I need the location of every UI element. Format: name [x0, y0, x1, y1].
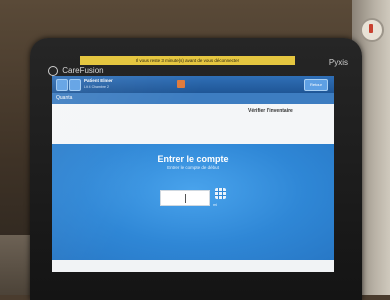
check-icon[interactable] — [56, 79, 68, 91]
user-name: Patient Elmer — [84, 78, 113, 83]
prompt-title: Entrer le compte — [157, 154, 229, 164]
wall-outlet-icon — [360, 18, 384, 42]
carefusion-logo-icon — [48, 66, 58, 76]
back-button[interactable]: Retour — [303, 79, 328, 91]
user-sub: Lit 4 Chambre 2 — [84, 85, 109, 89]
section-title: Quanta — [52, 93, 334, 104]
verify-inventory-title: Vérifier l'inventaire — [248, 108, 293, 114]
prompt-subtitle: Entrer le compte de début — [167, 165, 219, 170]
warning-icon[interactable] — [177, 80, 185, 88]
footer-bar — [52, 260, 334, 272]
keypad-icon[interactable] — [215, 188, 226, 199]
count-entry-panel: Entrer le compte Entrer le compte de déb… — [52, 144, 334, 260]
count-input[interactable] — [160, 190, 210, 206]
unit-label: ml — [213, 202, 218, 207]
brand-name: CareFusion — [62, 66, 104, 76]
top-bar: Patient Elmer Lit 4 Chambre 2 Retour — [52, 76, 334, 93]
touch-screen: Patient Elmer Lit 4 Chambre 2 Retour Qua… — [52, 76, 334, 272]
timeout-alert-strip: Il vous reste 3 minute(s) avant de vous … — [80, 56, 295, 65]
info-panel: Vérifier l'inventaire — [52, 104, 334, 145]
brand-logo: CareFusion — [48, 66, 104, 76]
home-icon[interactable] — [69, 79, 81, 91]
model-name: Pyxis — [328, 58, 348, 67]
